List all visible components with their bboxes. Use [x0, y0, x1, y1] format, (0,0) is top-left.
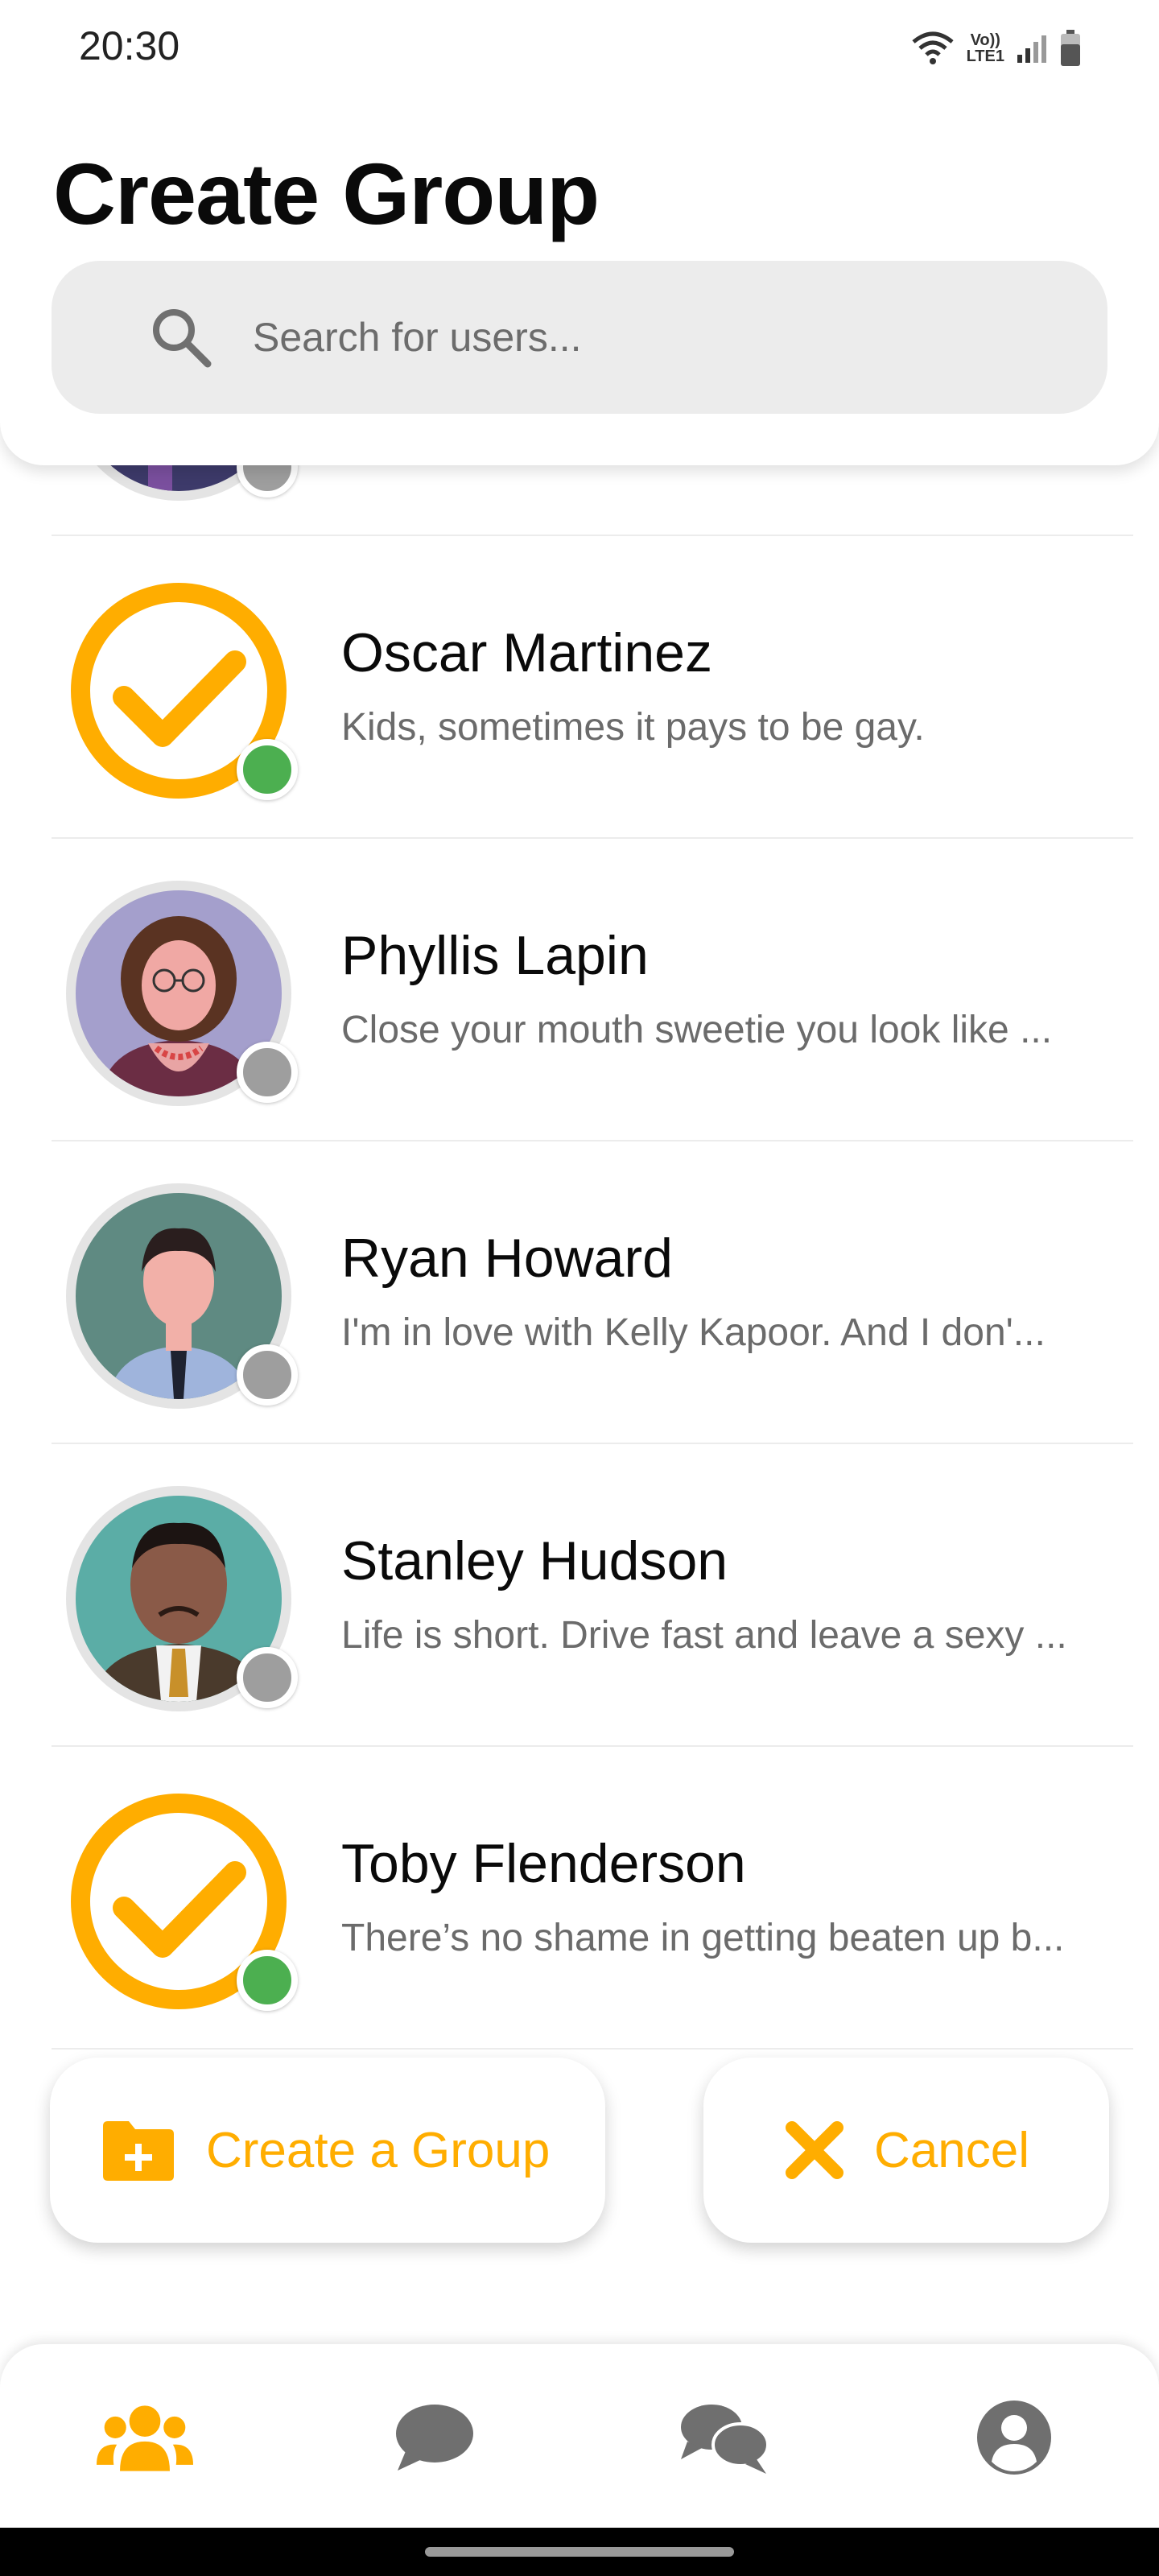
- nav-chats[interactable]: [386, 2397, 483, 2478]
- presence-indicator-offline: [237, 1647, 298, 1708]
- signal-icon: [1017, 35, 1046, 63]
- page-title: Create Group: [53, 145, 600, 242]
- cancel-label: Cancel: [874, 2122, 1029, 2178]
- avatar-selected: [66, 578, 298, 803]
- lte-label: LTE1: [966, 47, 1004, 65]
- user-name: Oscar Martinez: [341, 622, 712, 683]
- user-status: Kids, sometimes it pays to be gay.: [341, 706, 925, 749]
- bottom-navigation: [0, 2344, 1159, 2528]
- user-row-ryan[interactable]: Ryan Howard I'm in love with Kelly Kapoo…: [52, 1141, 1133, 1444]
- presence-indicator-offline: [237, 1042, 298, 1103]
- chat-icon: [396, 2405, 473, 2471]
- user-status: Life is short. Drive fast and leave a se…: [341, 1614, 1067, 1657]
- user-status: There’s no shame in getting beaten up b.…: [341, 1917, 1065, 1959]
- user-row-phyllis[interactable]: Phyllis Lapin Close your mouth sweetie y…: [52, 839, 1133, 1141]
- nav-group-chats[interactable]: [676, 2397, 773, 2478]
- user-name: Phyllis Lapin: [341, 925, 649, 986]
- search-icon: [153, 309, 212, 368]
- nav-users[interactable]: [97, 2397, 193, 2478]
- create-group-button[interactable]: Create a Group: [50, 2058, 605, 2243]
- user-row-stanley[interactable]: Stanley Hudson Life is short. Drive fast…: [52, 1444, 1133, 1747]
- avatar: [66, 1486, 298, 1711]
- search-input[interactable]: [253, 301, 1058, 374]
- user-name: Ryan Howard: [341, 1228, 673, 1289]
- battery-icon: [1061, 30, 1080, 66]
- group-chat-icon: [681, 2405, 769, 2474]
- network-type-label: Vo)) LTE1: [967, 32, 1004, 64]
- avatar: [66, 1183, 298, 1409]
- nav-profile[interactable]: [966, 2397, 1062, 2478]
- status-icons: Vo)) LTE1: [910, 24, 1082, 72]
- user-row-oscar[interactable]: Oscar Martinez Kids, sometimes it pays t…: [52, 536, 1133, 839]
- avatar-selected: [66, 1789, 298, 2014]
- presence-indicator-online: [237, 739, 298, 800]
- cancel-button[interactable]: Cancel: [703, 2058, 1109, 2243]
- search-bar[interactable]: [52, 261, 1107, 414]
- system-gesture-bar: [0, 2528, 1159, 2576]
- user-name: Stanley Hudson: [341, 1530, 728, 1591]
- user-status: Close your mouth sweetie you look like .…: [341, 1009, 1053, 1051]
- user-name: Toby Flenderson: [341, 1833, 746, 1894]
- wifi-icon: [911, 31, 954, 64]
- status-time: 20:30: [79, 23, 180, 68]
- avatar: [66, 881, 298, 1106]
- home-gesture-handle[interactable]: [425, 2547, 734, 2557]
- user-list: Oscar Martinez Kids, sometimes it pays t…: [52, 233, 1133, 2050]
- volte-label: Vo)): [970, 31, 1000, 49]
- create-group-label: Create a Group: [206, 2122, 551, 2178]
- status-bar: 20:30 Vo)) LTE1: [0, 0, 1159, 97]
- profile-icon: [977, 2401, 1051, 2475]
- folder-plus-icon: [103, 2121, 174, 2181]
- user-status: I'm in love with Kelly Kapoor. And I don…: [341, 1311, 1046, 1354]
- presence-indicator-offline: [237, 1344, 298, 1406]
- presence-indicator-online: [237, 1950, 298, 2011]
- user-row-toby[interactable]: Toby Flenderson There’s no shame in gett…: [52, 1747, 1133, 2050]
- close-icon: [786, 2121, 843, 2179]
- users-icon: [97, 2405, 193, 2471]
